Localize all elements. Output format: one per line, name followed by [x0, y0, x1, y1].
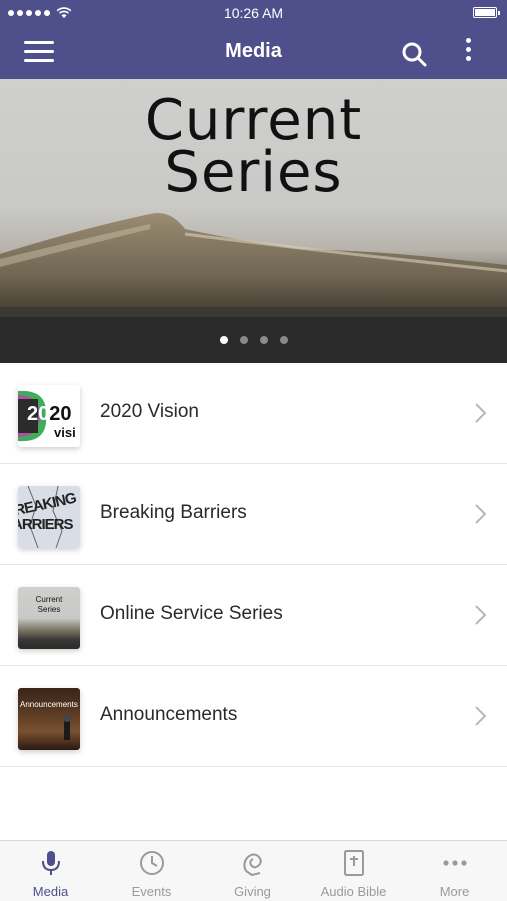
carousel-dot-4[interactable] — [279, 336, 288, 344]
status-time: 10:26 AM — [223, 5, 284, 21]
list-item-label: Announcements — [100, 704, 238, 725]
tab-label: Media — [32, 884, 69, 899]
clock-icon — [140, 851, 164, 875]
tab-giving[interactable]: Giving — [202, 841, 303, 901]
list-item-2020-vision[interactable]: 2020 visi 2020 Vision — [0, 363, 507, 464]
chevron-right-icon — [475, 403, 487, 423]
chevron-right-icon — [475, 605, 487, 625]
thumb-text-20-dark: 20 — [49, 403, 72, 425]
thumb-text-series: Series — [37, 605, 61, 614]
carousel-dot-2[interactable] — [239, 336, 248, 344]
list-item-announcements[interactable]: Announcements Announcements — [0, 666, 507, 767]
thumb-text-20-white: 20 — [27, 403, 50, 425]
list-item-label: 2020 Vision — [100, 401, 199, 422]
thumb-text-current: Current — [35, 595, 63, 604]
carousel-dot-1[interactable] — [219, 336, 228, 344]
series-thumbnail: 2020 visi — [18, 385, 80, 447]
tab-media[interactable]: Media — [0, 841, 101, 901]
page-title: Media — [225, 40, 282, 62]
tab-label: Events — [131, 884, 172, 899]
more-options-icon[interactable] — [458, 38, 478, 68]
carousel-dot-3[interactable] — [259, 336, 268, 344]
search-icon[interactable] — [400, 40, 428, 68]
list-item-breaking-barriers[interactable]: REAKING ARRIERS Breaking Barriers — [0, 464, 507, 565]
microphone-icon — [42, 851, 60, 875]
list-item-label: Online Service Series — [100, 603, 283, 624]
series-thumbnail: Current Series — [18, 587, 80, 649]
chevron-right-icon — [475, 706, 487, 726]
tab-more[interactable]: More — [404, 841, 505, 901]
status-bar: 10:26 AM — [0, 0, 507, 26]
media-series-list: 2020 visi 2020 Vision REAKING ARRIERS Br… — [0, 363, 507, 767]
bottom-tab-bar: Media Events Giving Audio Bible More — [0, 840, 507, 901]
ellipsis-icon — [443, 860, 467, 866]
chevron-right-icon — [475, 504, 487, 524]
tab-audio-bible[interactable]: Audio Bible — [303, 841, 404, 901]
top-navigation-bar: Media — [0, 26, 507, 79]
carousel-page-indicator[interactable] — [0, 336, 507, 344]
hero-title: Current Series — [0, 93, 507, 205]
tab-events[interactable]: Events — [101, 841, 202, 901]
series-thumbnail: REAKING ARRIERS — [18, 486, 80, 548]
giving-icon — [243, 853, 262, 877]
bible-icon — [344, 850, 364, 876]
list-item-online-service-series[interactable]: Current Series Online Service Series — [0, 565, 507, 666]
hero-title-line2: Series — [164, 140, 343, 205]
battery-icon — [473, 7, 500, 18]
list-item-label: Breaking Barriers — [100, 502, 247, 523]
series-thumbnail: Announcements — [18, 688, 80, 750]
featured-series-banner[interactable]: Current Series — [0, 79, 507, 363]
tab-label: More — [439, 884, 470, 899]
tab-label: Giving — [234, 884, 271, 899]
thumb-text-barriers: ARRIERS — [18, 516, 74, 533]
tab-label: Audio Bible — [320, 884, 387, 899]
thumb-text-visi: visi — [54, 425, 76, 440]
